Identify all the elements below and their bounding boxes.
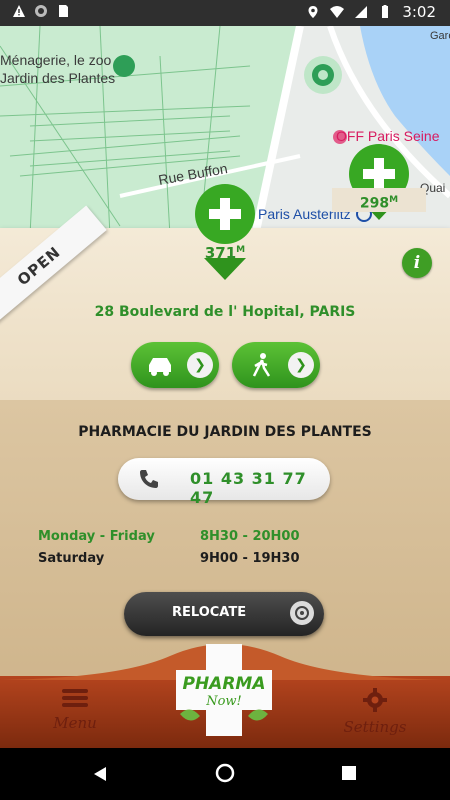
hours-days-weekday: Monday - Friday xyxy=(38,529,155,544)
map-label-seine: OFF Paris Seine xyxy=(336,128,440,144)
pin-distance: 371 xyxy=(204,244,237,262)
sd-card-icon xyxy=(59,5,68,17)
settings-label: Settings xyxy=(343,718,407,736)
home-icon[interactable] xyxy=(215,763,235,783)
pharmacy-pin-298[interactable]: 298M xyxy=(332,144,426,224)
signal-icon xyxy=(355,6,368,18)
logo-text-pharma: PHARMA xyxy=(182,674,266,694)
map-label-zoo-2: Jardin des Plantes xyxy=(0,70,116,86)
menu-button[interactable]: Menu xyxy=(30,688,120,732)
pharmacy-cross-icon xyxy=(195,184,255,280)
warning-icon xyxy=(13,5,25,17)
walk-directions-button[interactable]: ❯ xyxy=(232,342,320,388)
gear-icon xyxy=(363,688,387,712)
pharmacy-address: 28 Boulevard de l' Hopital, PARIS xyxy=(94,304,356,320)
phone-number: 01 43 31 77 47 xyxy=(190,469,307,507)
car-icon xyxy=(149,358,171,376)
pharmacy-name: PHARMACIE DU JARDIN DES PLANTES xyxy=(78,424,372,440)
system-navigation-bar xyxy=(0,748,450,800)
hours-days-saturday: Saturday xyxy=(38,551,105,566)
pin-distance: 298 xyxy=(359,195,390,212)
back-icon[interactable] xyxy=(92,766,108,782)
hamburger-menu-icon xyxy=(62,689,88,707)
drive-directions-button[interactable]: ❯ xyxy=(131,342,219,388)
map-label-zoo: Ménagerie, le zoo xyxy=(0,52,112,68)
crosshair-icon xyxy=(290,601,314,625)
sync-icon xyxy=(35,5,47,17)
pharmacy-pin-371[interactable]: 371M xyxy=(192,184,258,284)
call-button[interactable]: 01 43 31 77 47 xyxy=(118,458,330,507)
info-button[interactable]: i xyxy=(402,248,432,278)
chevron-right-icon: ❯ xyxy=(187,352,213,378)
wifi-icon xyxy=(330,6,345,18)
hours-time-weekday: 8H30 - 20H00 xyxy=(200,529,300,544)
menu-label: Menu xyxy=(53,714,97,732)
pharmacy-panel: OPEN 371M i 28 Boulevard de l' Hopital, … xyxy=(0,184,450,400)
status-time: 3:02 xyxy=(402,3,436,21)
settings-button[interactable]: Settings xyxy=(330,688,420,736)
relocate-label: RELOCATE xyxy=(172,605,247,620)
battery-icon xyxy=(382,5,389,18)
pharma-now-logo[interactable]: PHARMA Now! xyxy=(176,644,272,736)
logo-text-now: Now! xyxy=(206,694,242,709)
pin-unit: M xyxy=(389,195,399,205)
relocate-button[interactable]: RELOCATE xyxy=(124,592,324,636)
map-label-edge: Gare xyxy=(430,30,450,42)
location-icon xyxy=(308,6,318,18)
status-bar: 3:02 xyxy=(0,0,450,26)
status-label: OPEN xyxy=(13,242,65,290)
hours-time-saturday: 9H00 - 19H30 xyxy=(200,551,300,566)
chevron-right-icon: ❯ xyxy=(288,352,314,378)
phone-icon xyxy=(140,470,158,488)
recents-icon[interactable] xyxy=(342,766,356,780)
pin-unit: M xyxy=(236,245,246,255)
walking-icon xyxy=(252,353,271,377)
